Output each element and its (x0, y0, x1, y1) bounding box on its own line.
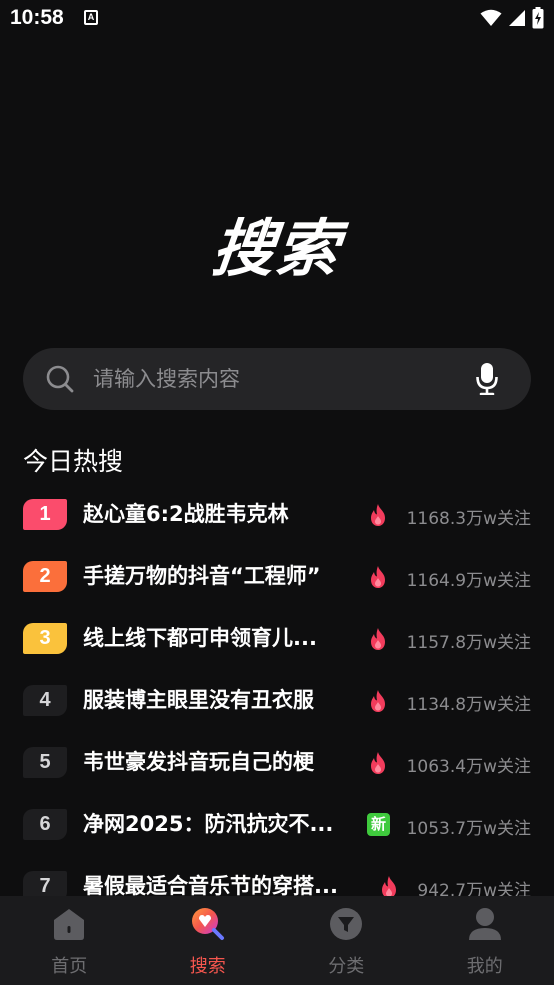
category-icon (330, 908, 363, 940)
wifi-icon (480, 9, 502, 26)
flame-icon (371, 690, 385, 712)
follow-count: 942.7万w关注 (417, 881, 531, 896)
hot-search-item[interactable]: 5 韦世豪发抖音玩自己的梗 1063.4万w关注 (0, 732, 554, 794)
tab-label: 分类 (328, 956, 365, 977)
status-time: 10:58 (10, 6, 64, 29)
follow-count: 1134.8万w关注 (406, 695, 531, 715)
hot-search-item[interactable]: 1 赵心童6:2战胜韦克林 1168.3万w关注 (0, 484, 554, 546)
tab-label: 我的 (466, 956, 503, 977)
tab-profile[interactable]: 我的 (416, 896, 554, 985)
tab-search[interactable]: 搜索 (139, 896, 278, 985)
cellular-signal-icon (509, 10, 525, 26)
search-bar[interactable] (23, 348, 531, 410)
follow-count: 1157.8万w关注 (406, 633, 531, 653)
follow-count: 1168.3万w关注 (406, 509, 531, 529)
hot-search-title-text: 韦世豪发抖音玩自己的梗 (83, 750, 314, 774)
tab-home[interactable]: 首页 (0, 896, 139, 985)
rank-badge: 5 (23, 747, 67, 778)
new-badge-icon: 新 (367, 813, 390, 836)
hot-search-title-text: 赵心童6:2战胜韦克林 (83, 502, 289, 526)
home-icon (54, 909, 85, 940)
hot-search-title-text: 净网2025：防汛抗灾不... (83, 812, 334, 836)
hot-search-item[interactable]: 7 暑假最适合音乐节的穿搭... 942.7万w关注 (0, 856, 554, 896)
battery-icon (532, 7, 544, 29)
hot-search-list: 1 赵心童6:2战胜韦克林 1168.3万w关注 2 手搓万物的抖音“工程师” … (0, 484, 554, 896)
hot-search-title-text: 服装博主眼里没有丑衣服 (83, 688, 314, 712)
profile-icon (468, 908, 501, 940)
status-bar: 10:58 A (0, 0, 554, 38)
bottom-tab-bar: 首页 搜索 分类 我的 (0, 896, 554, 985)
rank-badge: 4 (23, 685, 67, 716)
rank-badge: 1 (23, 499, 67, 530)
search-icon (46, 365, 74, 393)
hot-search-item[interactable]: 2 手搓万物的抖音“工程师” 1164.9万w关注 (0, 546, 554, 608)
follow-count: 1053.7万w关注 (406, 819, 531, 839)
tab-category[interactable]: 分类 (277, 896, 416, 985)
follow-count: 1164.9万w关注 (406, 571, 531, 591)
page-title: 搜索 (208, 212, 345, 285)
flame-icon (371, 504, 385, 526)
flame-icon (371, 566, 385, 588)
microphone-icon[interactable] (476, 363, 498, 395)
hot-search-item[interactable]: 6 净网2025：防汛抗灾不... 新 1053.7万w关注 (0, 794, 554, 856)
rank-badge: 7 (23, 871, 67, 896)
hot-search-title-text: 手搓万物的抖音“工程师” (83, 564, 321, 588)
status-icons (480, 7, 544, 29)
notification-icon: A (84, 10, 98, 25)
flame-icon (382, 876, 396, 896)
hot-search-title: 今日热搜 (23, 447, 124, 476)
hot-search-item[interactable]: 4 服装博主眼里没有丑衣服 1134.8万w关注 (0, 670, 554, 732)
rank-badge: 3 (23, 623, 67, 654)
tab-label: 搜索 (189, 956, 226, 977)
rank-badge: 6 (23, 809, 67, 840)
hot-search-item[interactable]: 3 线上线下都可申领育儿... 1157.8万w关注 (0, 608, 554, 670)
rank-badge: 2 (23, 561, 67, 592)
flame-icon (371, 628, 385, 650)
follow-count: 1063.4万w关注 (406, 757, 531, 777)
tab-label: 首页 (51, 956, 88, 977)
flame-icon (371, 752, 385, 774)
search-input[interactable] (93, 348, 453, 410)
hot-search-title-text: 线上线下都可申领育儿... (83, 626, 317, 650)
search-tab-icon (191, 908, 224, 940)
hot-search-title-text: 暑假最适合音乐节的穿搭... (83, 874, 338, 896)
